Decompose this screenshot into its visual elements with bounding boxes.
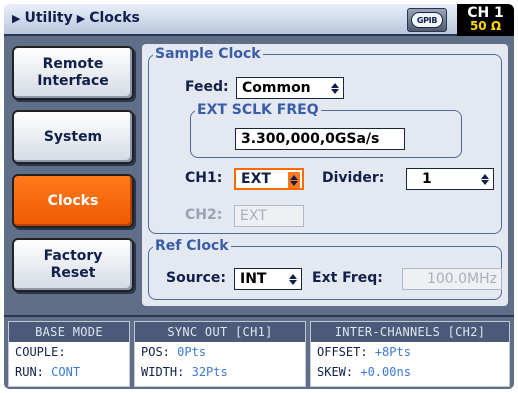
pos-line: POS: 0Pts bbox=[135, 342, 305, 362]
instrument-screen: ▶ Utility ▶ Clocks GPIB CH 1 50 Ω Remote… bbox=[0, 0, 518, 393]
base-mode-panel: BASE MODE COUPLE: RUN: CONT bbox=[8, 321, 130, 387]
feed-label: Feed: bbox=[185, 79, 229, 95]
spin-arrows-icon bbox=[288, 272, 298, 286]
header-bar: ▶ Utility ▶ Clocks GPIB CH 1 50 Ω bbox=[4, 4, 514, 36]
sidebar-item-system[interactable]: System bbox=[12, 110, 134, 164]
spin-arrows-icon bbox=[480, 172, 490, 186]
sync-out-title: SYNC OUT [CH1] bbox=[135, 322, 305, 342]
offset-label: OFFSET: bbox=[317, 345, 368, 359]
ext-freq-input: 100.0MHz bbox=[402, 268, 502, 290]
breadcrumb-item-clocks: Clocks bbox=[89, 10, 140, 26]
spin-arrows-icon bbox=[330, 81, 340, 95]
ch2-clock-value: EXT bbox=[240, 208, 267, 224]
divider-value: 1 bbox=[422, 171, 432, 187]
sidebar-item-remote-interface[interactable]: Remote Interface bbox=[12, 46, 134, 100]
base-mode-title: BASE MODE bbox=[9, 322, 129, 342]
pos-label: POS: bbox=[141, 345, 170, 359]
sample-clock-title: Sample Clock bbox=[155, 46, 261, 62]
channel-impedance: 50 Ω bbox=[469, 19, 502, 33]
ch1-clock-select[interactable]: EXT bbox=[234, 168, 304, 190]
run-line: RUN: CONT bbox=[9, 362, 129, 382]
breadcrumb-arrow-icon: ▶ bbox=[12, 11, 21, 25]
skew-line: SKEW: +0.00ns bbox=[311, 362, 509, 382]
gpib-label: GPIB bbox=[411, 12, 443, 28]
ref-clock-title: Ref Clock bbox=[155, 238, 229, 254]
spin-arrows-icon bbox=[288, 172, 300, 188]
ext-freq-value: 100.0MHz bbox=[426, 271, 497, 287]
inter-channels-title: INTER-CHANNELS [CH2] bbox=[311, 322, 509, 342]
ext-freq-label: Ext Freq: bbox=[312, 270, 383, 286]
screen-frame: ▶ Utility ▶ Clocks GPIB CH 1 50 Ω Remote… bbox=[4, 4, 514, 389]
ext-sclk-freq-value: 3.300,000,0GSa/s bbox=[241, 131, 380, 147]
ext-sclk-freq-input[interactable]: 3.300,000,0GSa/s bbox=[235, 128, 405, 150]
breadcrumb: ▶ Utility ▶ Clocks bbox=[12, 10, 140, 26]
gpib-icon: GPIB bbox=[407, 8, 447, 32]
pos-value: 0Pts bbox=[177, 345, 207, 359]
offset-value: +8Pts bbox=[374, 345, 411, 359]
ext-sclk-freq-title: EXT SCLK FREQ bbox=[197, 102, 319, 118]
ch2-clock-select: EXT bbox=[234, 205, 304, 227]
ref-source-value: INT bbox=[240, 271, 267, 287]
sync-out-panel: SYNC OUT [CH1] POS: 0Pts WIDTH: 32Pts bbox=[134, 321, 306, 387]
run-value: CONT bbox=[51, 365, 81, 379]
divider-select[interactable]: 1 bbox=[406, 168, 494, 190]
skew-label: SKEW: bbox=[317, 365, 354, 379]
offset-line: OFFSET: +8Pts bbox=[311, 342, 509, 362]
status-bar: BASE MODE COUPLE: RUN: CONT SYNC OUT [CH… bbox=[4, 315, 514, 389]
source-label: Source: bbox=[166, 270, 226, 286]
sidebar-item-factory-reset[interactable]: Factory Reset bbox=[12, 238, 134, 292]
ch1-label: CH1: bbox=[185, 170, 223, 186]
couple-line: COUPLE: bbox=[9, 342, 129, 362]
sidebar-item-clocks[interactable]: Clocks bbox=[12, 174, 134, 228]
divider-label: Divider: bbox=[322, 170, 385, 186]
skew-value: +0.00ns bbox=[360, 365, 411, 379]
inter-channels-panel: INTER-CHANNELS [CH2] OFFSET: +8Pts SKEW:… bbox=[310, 321, 510, 387]
width-label: WIDTH: bbox=[141, 365, 185, 379]
main-panel: Sample Clock Feed: Common EXT SCLK FREQ … bbox=[142, 44, 508, 306]
run-label: RUN: bbox=[15, 365, 44, 379]
ch1-clock-value: EXT bbox=[241, 171, 271, 187]
ch2-label: CH2: bbox=[185, 207, 223, 223]
feed-select[interactable]: Common bbox=[236, 77, 344, 99]
couple-label: COUPLE: bbox=[15, 345, 66, 359]
channel-badge[interactable]: CH 1 50 Ω bbox=[457, 4, 514, 36]
width-line: WIDTH: 32Pts bbox=[135, 362, 305, 382]
feed-value: Common bbox=[242, 80, 311, 96]
breadcrumb-arrow-icon: ▶ bbox=[76, 11, 86, 25]
ref-source-select[interactable]: INT bbox=[234, 268, 302, 290]
width-value: 32Pts bbox=[191, 365, 228, 379]
breadcrumb-item-utility[interactable]: Utility bbox=[24, 10, 72, 26]
